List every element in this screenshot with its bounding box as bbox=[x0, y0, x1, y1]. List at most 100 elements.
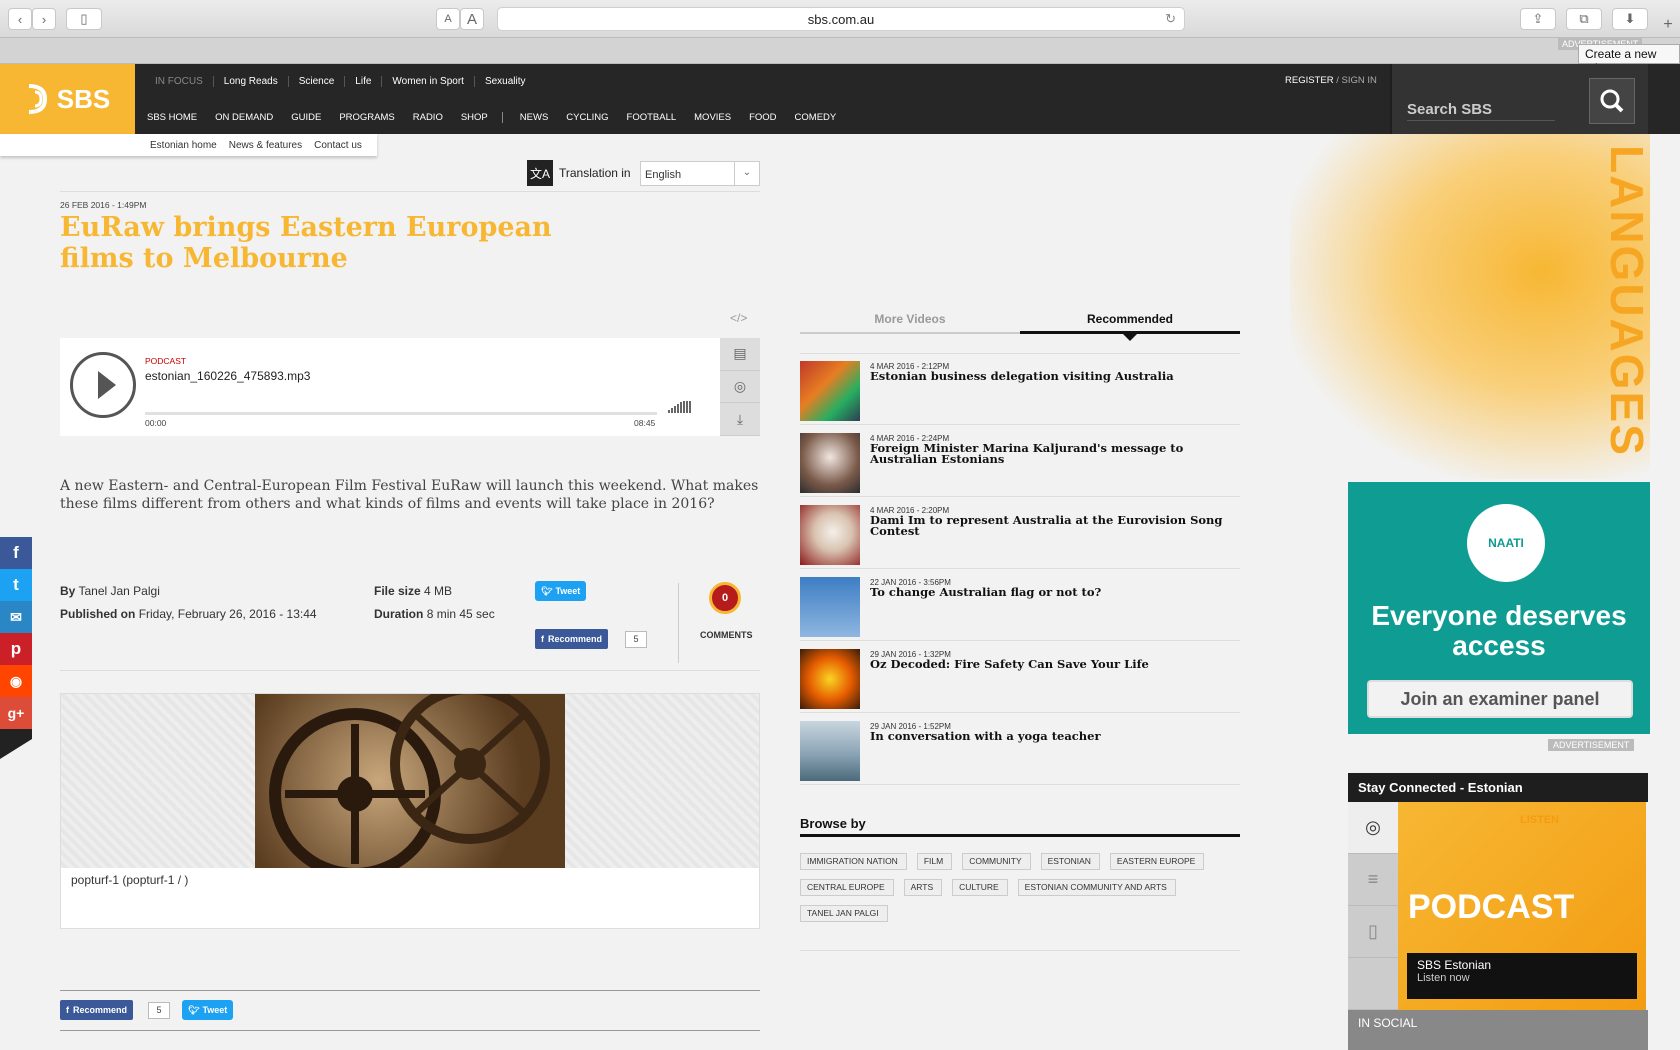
nav-life[interactable]: Life bbox=[344, 76, 381, 87]
google-plus-share-icon[interactable]: g+ bbox=[0, 697, 32, 729]
address-bar[interactable]: sbs.com.au ↻ bbox=[497, 7, 1185, 31]
subnav-contact-us[interactable]: Contact us bbox=[314, 140, 362, 151]
email-share-icon[interactable]: ✉ bbox=[0, 601, 32, 633]
playlist-icon[interactable]: ▤ bbox=[720, 338, 760, 371]
subnav-estonian-home[interactable]: Estonian home bbox=[150, 140, 217, 151]
rss-icon[interactable]: ≡ bbox=[1348, 854, 1398, 906]
nav-sbs-home[interactable]: SBS HOME bbox=[138, 112, 206, 123]
search-input[interactable]: Search SBS bbox=[1407, 101, 1555, 121]
list-item[interactable]: 29 JAN 2016 - 1:32PM Oz Decoded: Fire Sa… bbox=[800, 641, 1240, 713]
podcast-filename: estonian_160226_475893.mp3 bbox=[145, 369, 311, 383]
article-title: EuRaw brings Eastern European films to M… bbox=[60, 212, 552, 274]
volume-icon[interactable] bbox=[668, 401, 691, 413]
tabs-icon[interactable]: ⧉ bbox=[1566, 8, 1602, 30]
social-share-bar: f t ✉ p ◉ g+ bbox=[0, 537, 32, 762]
search-button[interactable] bbox=[1589, 78, 1635, 124]
item-title[interactable]: In conversation with a yoga teacher bbox=[870, 730, 1240, 742]
nav-programs[interactable]: PROGRAMS bbox=[330, 112, 403, 123]
tag[interactable]: COMMUNITY bbox=[962, 853, 1031, 870]
register-link[interactable]: REGISTER bbox=[1285, 75, 1334, 86]
tweet-button-bottom[interactable]: 🐦︎ Tweet bbox=[182, 1000, 234, 1020]
nav-food[interactable]: FOOD bbox=[740, 112, 785, 123]
recommend-button[interactable]: f Recommend bbox=[535, 629, 609, 649]
podcast-name: SBS Estonian bbox=[1417, 958, 1492, 972]
nav-news[interactable]: NEWS bbox=[511, 112, 558, 123]
twitter-icon: 🐦︎ bbox=[541, 585, 553, 596]
item-title[interactable]: Oz Decoded: Fire Safety Can Save Your Li… bbox=[870, 658, 1240, 670]
nav-comedy[interactable]: COMEDY bbox=[786, 112, 846, 123]
list-item[interactable]: 4 MAR 2016 - 2:20PM Dami Im to represent… bbox=[800, 497, 1240, 569]
podcast-subscribe-icon[interactable]: ◎ bbox=[720, 371, 760, 404]
forward-button[interactable]: › bbox=[32, 8, 56, 30]
podcast-info[interactable]: SBS Estonian Listen now bbox=[1407, 953, 1637, 999]
reload-icon[interactable]: ↻ bbox=[1165, 11, 1176, 27]
advertiser-logo: NAATI bbox=[1467, 504, 1545, 582]
social-bar-tail bbox=[0, 729, 32, 759]
in-social-heading: IN SOCIAL bbox=[1348, 1010, 1648, 1050]
comments-count-badge[interactable]: 0 bbox=[709, 582, 741, 614]
share-icon[interactable]: ⇪ bbox=[1520, 8, 1556, 30]
podcast-icon[interactable]: ◎ bbox=[1348, 802, 1398, 854]
play-button[interactable] bbox=[70, 352, 136, 418]
nav-long-reads[interactable]: Long Reads bbox=[212, 76, 288, 87]
sbs-logo[interactable]: SBS bbox=[0, 64, 135, 134]
language-select[interactable]: English ⌄ bbox=[640, 161, 760, 186]
thumbnail bbox=[800, 721, 860, 781]
list-item[interactable]: 4 MAR 2016 - 2:24PM Foreign Minister Mar… bbox=[800, 425, 1240, 497]
item-title[interactable]: Estonian business delegation visiting Au… bbox=[870, 370, 1240, 382]
font-larger-button[interactable]: A bbox=[460, 8, 484, 30]
nav-sexuality[interactable]: Sexuality bbox=[473, 76, 536, 87]
nav-shop[interactable]: SHOP bbox=[452, 112, 503, 123]
language-subnav: Estonian home News & features Contact us bbox=[0, 134, 377, 156]
tag[interactable]: ARTS bbox=[903, 879, 943, 896]
comments-label[interactable]: COMMENTS bbox=[700, 630, 753, 640]
tag[interactable]: ESTONIAN bbox=[1040, 853, 1100, 870]
tab-more-videos[interactable]: More Videos bbox=[800, 312, 1020, 326]
tag[interactable]: EASTERN EUROPE bbox=[1109, 853, 1205, 870]
tag[interactable]: ESTONIAN COMMUNITY AND ARTS bbox=[1017, 879, 1176, 896]
author-name[interactable]: Tanel Jan Palgi bbox=[78, 584, 159, 598]
embed-code-icon[interactable]: </> bbox=[730, 311, 747, 325]
nav-women-in-sport[interactable]: Women in Sport bbox=[381, 76, 474, 87]
downloads-icon[interactable]: ⬇ bbox=[1612, 8, 1648, 30]
tag[interactable]: FILM bbox=[916, 853, 953, 870]
tweet-button[interactable]: 🐦︎ Tweet bbox=[535, 581, 587, 601]
new-tab-icon[interactable]: + bbox=[1658, 16, 1678, 38]
tag[interactable]: TANEL JAN PALGI bbox=[800, 905, 888, 922]
account-links: REGISTER / SIGN IN bbox=[1285, 75, 1377, 86]
nav-guide[interactable]: GUIDE bbox=[282, 112, 330, 123]
languages-banner[interactable] bbox=[1290, 134, 1650, 479]
nav-football[interactable]: FOOTBALL bbox=[618, 112, 686, 123]
recommend-button-bottom[interactable]: f Recommend bbox=[60, 1000, 134, 1020]
published-line: Published on Friday, February 26, 2016 -… bbox=[60, 607, 317, 621]
tab-recommended[interactable]: Recommended bbox=[1020, 312, 1240, 326]
tag[interactable]: IMMIGRATION NATION bbox=[800, 853, 907, 870]
twitter-share-icon[interactable]: t bbox=[0, 569, 32, 601]
tag[interactable]: CULTURE bbox=[952, 879, 1008, 896]
item-title[interactable]: Dami Im to represent Australia at the Eu… bbox=[870, 514, 1240, 537]
list-item[interactable]: 22 JAN 2016 - 3:56PM To change Australia… bbox=[800, 569, 1240, 641]
item-title[interactable]: Foreign Minister Marina Kaljurand's mess… bbox=[870, 442, 1240, 465]
sign-in-link[interactable]: SIGN IN bbox=[1341, 75, 1376, 86]
mobile-icon[interactable]: ▯ bbox=[1348, 906, 1398, 958]
facebook-share-icon[interactable]: f bbox=[0, 537, 32, 569]
pinterest-share-icon[interactable]: p bbox=[0, 633, 32, 665]
back-button[interactable]: ‹ bbox=[8, 8, 32, 30]
ad-cta-button[interactable]: Join an examiner panel bbox=[1367, 680, 1633, 718]
progress-bar[interactable] bbox=[145, 412, 657, 415]
tag[interactable]: CENTRAL EUROPE bbox=[800, 879, 894, 896]
reddit-share-icon[interactable]: ◉ bbox=[0, 665, 32, 697]
list-item[interactable]: 29 JAN 2016 - 1:52PM In conversation wit… bbox=[800, 713, 1240, 785]
nav-science[interactable]: Science bbox=[287, 76, 345, 87]
nav-cycling[interactable]: CYCLING bbox=[557, 112, 617, 123]
thumbnail bbox=[800, 505, 860, 565]
list-item[interactable]: 4 MAR 2016 - 2:12PM Estonian business de… bbox=[800, 353, 1240, 425]
font-smaller-button[interactable]: A bbox=[436, 8, 460, 30]
sidebar-toggle-button[interactable]: ▯ bbox=[66, 8, 102, 30]
subnav-news-features[interactable]: News & features bbox=[229, 140, 302, 151]
nav-movies[interactable]: MOVIES bbox=[685, 112, 740, 123]
nav-radio[interactable]: RADIO bbox=[404, 112, 452, 123]
download-icon[interactable]: ⤓ bbox=[720, 403, 760, 437]
item-title[interactable]: To change Australian flag or not to? bbox=[870, 586, 1240, 598]
nav-on-demand[interactable]: ON DEMAND bbox=[206, 112, 282, 123]
